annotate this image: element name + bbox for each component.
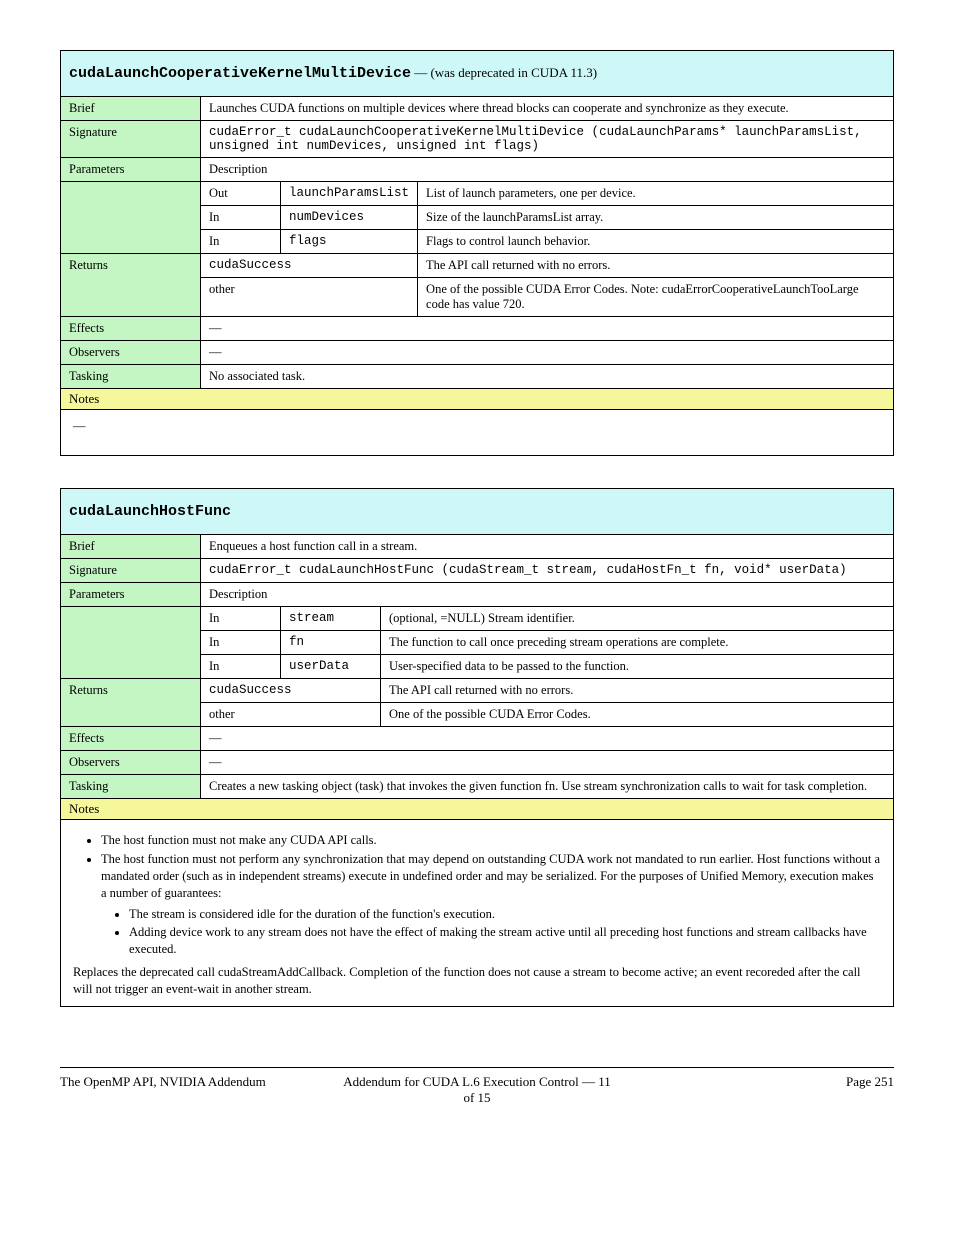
notes-body: — (61, 410, 894, 456)
function-header-row: cudaLaunchCooperativeKernelMultiDevice —… (61, 51, 894, 97)
param-desc: Size of the launchParamsList array. (418, 206, 894, 230)
footer-center-prefix: Addendum for CUDA (343, 1074, 462, 1089)
page-footer: The OpenMP API, NVIDIA Addendum Addendum… (60, 1068, 894, 1106)
param-desc: (optional, =NULL) Stream identifier. (381, 607, 894, 631)
value-description-header: Description (201, 158, 894, 182)
function-header-note: — (was deprecated in CUDA 11.3) (414, 65, 597, 80)
return-desc: One of the possible CUDA Error Codes. (381, 703, 894, 727)
param-name: fn (281, 631, 381, 655)
param-dir: Out (201, 182, 281, 206)
label-tasking: Tasking (61, 775, 201, 799)
value-effects: — (201, 727, 894, 751)
notes-trailer: Replaces the deprecated call cudaStreamA… (73, 964, 881, 998)
label-effects: Effects (61, 317, 201, 341)
value-effects: — (201, 317, 894, 341)
value-brief: Launches CUDA functions on multiple devi… (201, 97, 894, 121)
label-observers: Observers (61, 341, 201, 365)
param-name: launchParamsList (281, 182, 418, 206)
label-parameters: Parameters (61, 583, 201, 607)
param-dir: In (201, 230, 281, 254)
param-name: userData (281, 655, 381, 679)
notes-list-1: The host function must not make any CUDA… (101, 832, 881, 902)
label-parameters: Parameters (61, 158, 201, 182)
label-signature: Signature (61, 559, 201, 583)
label-observers: Observers (61, 751, 201, 775)
param-dir: In (201, 655, 281, 679)
param-group-cell (61, 607, 201, 679)
value-observers: — (201, 341, 894, 365)
function-header-row: cudaLaunchHostFunc (61, 489, 894, 535)
footer-center: Addendum for CUDA L.6 Execution Control … (338, 1074, 616, 1106)
value-signature: cudaError_t cudaLaunchCooperativeKernelM… (201, 121, 894, 158)
param-dir: In (201, 607, 281, 631)
value-signature: cudaError_t cudaLaunchHostFunc (cudaStre… (201, 559, 894, 583)
footer-center-link[interactable]: L.6 (462, 1074, 480, 1089)
label-brief: Brief (61, 535, 201, 559)
return-name: cudaSuccess (201, 679, 381, 703)
notes-list-2: The stream is considered idle for the du… (129, 906, 881, 959)
param-desc: The function to call once preceding stre… (381, 631, 894, 655)
value-observers: — (201, 751, 894, 775)
footer-left: The OpenMP API, NVIDIA Addendum (60, 1074, 338, 1106)
param-name: numDevices (281, 206, 418, 230)
return-name: other (201, 703, 381, 727)
value-tasking: Creates a new tasking object (task) that… (201, 775, 894, 799)
api-table-cudaLaunchCooperativeKernelMultiDevice: cudaLaunchCooperativeKernelMultiDevice —… (60, 50, 894, 456)
label-brief: Brief (61, 97, 201, 121)
return-name: other (201, 278, 418, 317)
label-tasking: Tasking (61, 365, 201, 389)
return-desc: The API call returned with no errors. (418, 254, 894, 278)
footer-center-suffix: Execution Control — 11 of 15 (463, 1074, 610, 1105)
param-desc: Flags to control launch behavior. (418, 230, 894, 254)
footer-right: Page 251 (616, 1074, 894, 1106)
function-name: cudaLaunchCooperativeKernelMultiDevice (69, 65, 411, 82)
notes-item: The stream is considered idle for the du… (129, 906, 881, 923)
value-brief: Enqueues a host function call in a strea… (201, 535, 894, 559)
notes-item: The host function must not make any CUDA… (101, 832, 881, 849)
notes-item: Adding device work to any stream does no… (129, 924, 881, 958)
notes-body: The host function must not make any CUDA… (61, 820, 894, 1007)
return-desc: The API call returned with no errors. (381, 679, 894, 703)
api-table-cudaLaunchHostFunc: cudaLaunchHostFunc Brief Enqueues a host… (60, 488, 894, 1007)
param-desc: List of launch parameters, one per devic… (418, 182, 894, 206)
notes-header: Notes (61, 799, 894, 820)
label-returns: Returns (61, 254, 201, 317)
return-desc: One of the possible CUDA Error Codes. No… (418, 278, 894, 317)
param-desc: User-specified data to be passed to the … (381, 655, 894, 679)
param-name: flags (281, 230, 418, 254)
notes-item: The host function must not perform any s… (101, 851, 881, 902)
value-tasking: No associated task. (201, 365, 894, 389)
label-signature: Signature (61, 121, 201, 158)
label-effects: Effects (61, 727, 201, 751)
function-name: cudaLaunchHostFunc (69, 503, 231, 520)
param-name: stream (281, 607, 381, 631)
return-name: cudaSuccess (201, 254, 418, 278)
label-returns: Returns (61, 679, 201, 727)
value-description-header: Description (201, 583, 894, 607)
param-group-cell (61, 182, 201, 254)
notes-header: Notes (61, 389, 894, 410)
param-dir: In (201, 206, 281, 230)
param-dir: In (201, 631, 281, 655)
